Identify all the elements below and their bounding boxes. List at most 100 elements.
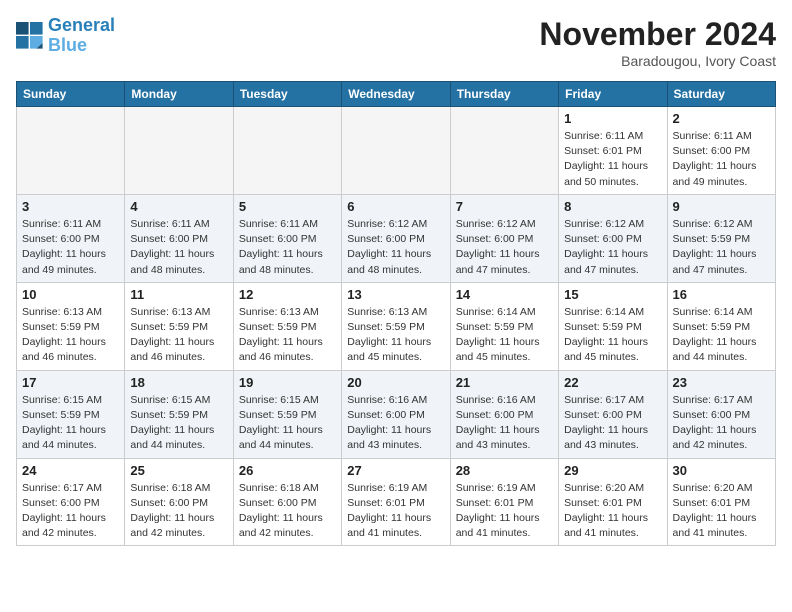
day-number: 28 xyxy=(456,463,553,478)
day-info: Sunrise: 6:16 AM Sunset: 6:00 PM Dayligh… xyxy=(347,393,444,454)
weekday-tuesday: Tuesday xyxy=(233,82,341,107)
calendar-cell: 8Sunrise: 6:12 AM Sunset: 6:00 PM Daylig… xyxy=(559,194,667,282)
day-info: Sunrise: 6:15 AM Sunset: 5:59 PM Dayligh… xyxy=(22,393,119,454)
day-info: Sunrise: 6:12 AM Sunset: 6:00 PM Dayligh… xyxy=(456,217,553,278)
day-number: 1 xyxy=(564,111,661,126)
calendar-cell: 6 Sunrise: 6:12 AM Sunset: 6:00 PM Daylig… xyxy=(342,194,450,282)
week-row-5: 24 Sunrise: 6:17 AM Sunset: 6:00 PM Dayli… xyxy=(17,458,776,546)
day-number: 25 xyxy=(130,463,227,478)
calendar-cell: 11 Sunrise: 6:13 AM Sunset: 5:59 PM Dayli… xyxy=(125,282,233,370)
calendar-cell: 18Sunrise: 6:15 AM Sunset: 5:59 PM Dayli… xyxy=(125,370,233,458)
day-number: 7 xyxy=(456,199,553,214)
day-info: Sunrise: 6:12 AM Sunset: 5:59 PM Dayligh… xyxy=(673,217,770,278)
header: GeneralBlue November 2024 Baradougou, Iv… xyxy=(16,16,776,69)
day-number: 22 xyxy=(564,375,661,390)
day-info: Sunrise: 6:20 AM Sunset: 6:01 PM Dayligh… xyxy=(564,481,661,542)
day-number: 29 xyxy=(564,463,661,478)
weekday-wednesday: Wednesday xyxy=(342,82,450,107)
calendar: SundayMondayTuesdayWednesdayThursdayFrid… xyxy=(16,81,776,546)
day-number: 21 xyxy=(456,375,553,390)
calendar-cell: 13 Sunrise: 6:13 AM Sunset: 5:59 PM Dayli… xyxy=(342,282,450,370)
day-number: 17 xyxy=(22,375,119,390)
day-info: Sunrise: 6:12 AM Sunset: 6:00 PM Dayligh… xyxy=(347,217,444,278)
day-info: Sunrise: 6:11 AM Sunset: 6:01 PM Dayligh… xyxy=(564,129,661,190)
week-row-4: 17 Sunrise: 6:15 AM Sunset: 5:59 PM Dayli… xyxy=(17,370,776,458)
calendar-cell: 21 Sunrise: 6:16 AM Sunset: 6:00 PM Dayli… xyxy=(450,370,558,458)
calendar-cell xyxy=(125,107,233,195)
day-info: Sunrise: 6:11 AM Sunset: 6:00 PM Dayligh… xyxy=(239,217,336,278)
day-number: 10 xyxy=(22,287,119,302)
day-info: Sunrise: 6:14 AM Sunset: 5:59 PM Dayligh… xyxy=(456,305,553,366)
day-info: Sunrise: 6:15 AM Sunset: 5:59 PM Dayligh… xyxy=(239,393,336,454)
day-number: 14 xyxy=(456,287,553,302)
calendar-cell: 5 Sunrise: 6:11 AM Sunset: 6:00 PM Daylig… xyxy=(233,194,341,282)
week-row-2: 3 Sunrise: 6:11 AM Sunset: 6:00 PM Daylig… xyxy=(17,194,776,282)
calendar-cell: 3 Sunrise: 6:11 AM Sunset: 6:00 PM Daylig… xyxy=(17,194,125,282)
day-info: Sunrise: 6:19 AM Sunset: 6:01 PM Dayligh… xyxy=(347,481,444,542)
weekday-saturday: Saturday xyxy=(667,82,775,107)
calendar-cell: 19 Sunrise: 6:15 AM Sunset: 5:59 PM Dayli… xyxy=(233,370,341,458)
day-number: 15 xyxy=(564,287,661,302)
calendar-body: 1 Sunrise: 6:11 AM Sunset: 6:01 PM Daylig… xyxy=(17,107,776,546)
calendar-cell: 25 Sunrise: 6:18 AM Sunset: 6:00 PM Dayli… xyxy=(125,458,233,546)
calendar-cell: 10Sunrise: 6:13 AM Sunset: 5:59 PM Dayli… xyxy=(17,282,125,370)
day-info: Sunrise: 6:17 AM Sunset: 6:00 PM Dayligh… xyxy=(673,393,770,454)
calendar-cell: 23Sunrise: 6:17 AM Sunset: 6:00 PM Dayli… xyxy=(667,370,775,458)
calendar-cell: 24 Sunrise: 6:17 AM Sunset: 6:00 PM Dayli… xyxy=(17,458,125,546)
day-number: 5 xyxy=(239,199,336,214)
day-info: Sunrise: 6:18 AM Sunset: 6:00 PM Dayligh… xyxy=(130,481,227,542)
logo-text: GeneralBlue xyxy=(48,16,115,56)
day-number: 24 xyxy=(22,463,119,478)
calendar-cell: 28 Sunrise: 6:19 AM Sunset: 6:01 PM Dayli… xyxy=(450,458,558,546)
calendar-cell: 30Sunrise: 6:20 AM Sunset: 6:01 PM Dayli… xyxy=(667,458,775,546)
title-area: November 2024 Baradougou, Ivory Coast xyxy=(539,16,776,69)
week-row-1: 1 Sunrise: 6:11 AM Sunset: 6:01 PM Daylig… xyxy=(17,107,776,195)
day-number: 6 xyxy=(347,199,444,214)
day-number: 3 xyxy=(22,199,119,214)
day-number: 19 xyxy=(239,375,336,390)
day-info: Sunrise: 6:11 AM Sunset: 6:00 PM Dayligh… xyxy=(673,129,770,190)
calendar-cell xyxy=(342,107,450,195)
day-number: 16 xyxy=(673,287,770,302)
weekday-sunday: Sunday xyxy=(17,82,125,107)
day-info: Sunrise: 6:14 AM Sunset: 5:59 PM Dayligh… xyxy=(564,305,661,366)
calendar-cell: 2Sunrise: 6:11 AM Sunset: 6:00 PM Daylig… xyxy=(667,107,775,195)
day-number: 27 xyxy=(347,463,444,478)
logo-icon xyxy=(16,22,44,50)
calendar-cell: 9 Sunrise: 6:12 AM Sunset: 5:59 PM Daylig… xyxy=(667,194,775,282)
calendar-cell: 27 Sunrise: 6:19 AM Sunset: 6:01 PM Dayli… xyxy=(342,458,450,546)
day-info: Sunrise: 6:17 AM Sunset: 6:00 PM Dayligh… xyxy=(564,393,661,454)
day-number: 4 xyxy=(130,199,227,214)
calendar-cell xyxy=(450,107,558,195)
location-subtitle: Baradougou, Ivory Coast xyxy=(539,53,776,69)
day-number: 9 xyxy=(673,199,770,214)
day-number: 13 xyxy=(347,287,444,302)
calendar-cell: 16 Sunrise: 6:14 AM Sunset: 5:59 PM Dayli… xyxy=(667,282,775,370)
calendar-cell xyxy=(233,107,341,195)
day-number: 20 xyxy=(347,375,444,390)
day-info: Sunrise: 6:14 AM Sunset: 5:59 PM Dayligh… xyxy=(673,305,770,366)
weekday-friday: Friday xyxy=(559,82,667,107)
calendar-cell: 22 Sunrise: 6:17 AM Sunset: 6:00 PM Dayli… xyxy=(559,370,667,458)
day-info: Sunrise: 6:15 AM Sunset: 5:59 PM Dayligh… xyxy=(130,393,227,454)
day-info: Sunrise: 6:13 AM Sunset: 5:59 PM Dayligh… xyxy=(130,305,227,366)
day-info: Sunrise: 6:13 AM Sunset: 5:59 PM Dayligh… xyxy=(347,305,444,366)
calendar-cell: 15 Sunrise: 6:14 AM Sunset: 5:59 PM Dayli… xyxy=(559,282,667,370)
day-info: Sunrise: 6:12 AM Sunset: 6:00 PM Dayligh… xyxy=(564,217,661,278)
day-info: Sunrise: 6:16 AM Sunset: 6:00 PM Dayligh… xyxy=(456,393,553,454)
calendar-cell: 4 Sunrise: 6:11 AM Sunset: 6:00 PM Daylig… xyxy=(125,194,233,282)
day-info: Sunrise: 6:11 AM Sunset: 6:00 PM Dayligh… xyxy=(22,217,119,278)
day-info: Sunrise: 6:18 AM Sunset: 6:00 PM Dayligh… xyxy=(239,481,336,542)
day-info: Sunrise: 6:11 AM Sunset: 6:00 PM Dayligh… xyxy=(130,217,227,278)
day-number: 30 xyxy=(673,463,770,478)
day-info: Sunrise: 6:19 AM Sunset: 6:01 PM Dayligh… xyxy=(456,481,553,542)
month-title: November 2024 xyxy=(539,16,776,53)
calendar-cell: 20 Sunrise: 6:16 AM Sunset: 6:00 PM Dayli… xyxy=(342,370,450,458)
weekday-header-row: SundayMondayTuesdayWednesdayThursdayFrid… xyxy=(17,82,776,107)
calendar-cell: 26Sunrise: 6:18 AM Sunset: 6:00 PM Dayli… xyxy=(233,458,341,546)
calendar-cell: 7 Sunrise: 6:12 AM Sunset: 6:00 PM Daylig… xyxy=(450,194,558,282)
day-number: 11 xyxy=(130,287,227,302)
calendar-cell: 12Sunrise: 6:13 AM Sunset: 5:59 PM Dayli… xyxy=(233,282,341,370)
weekday-monday: Monday xyxy=(125,82,233,107)
day-info: Sunrise: 6:17 AM Sunset: 6:00 PM Dayligh… xyxy=(22,481,119,542)
